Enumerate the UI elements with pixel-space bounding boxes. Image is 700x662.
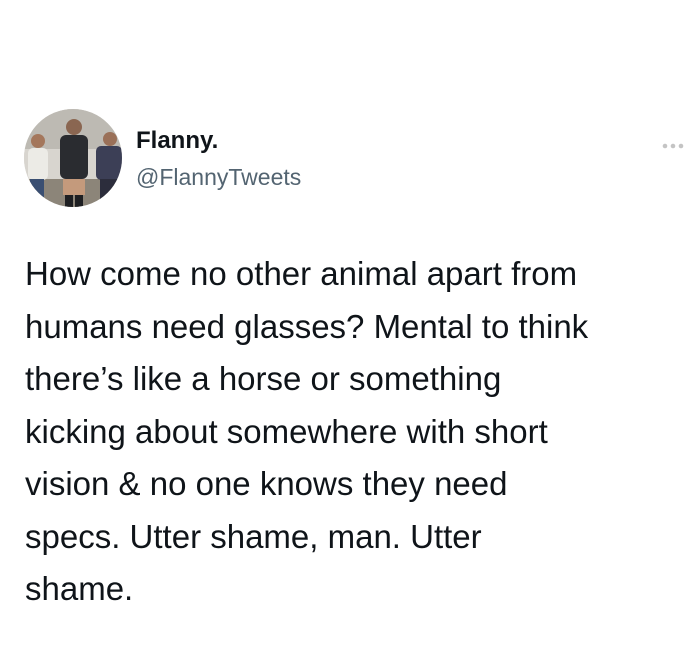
tweet-text: How come no other animal apart from huma… xyxy=(25,255,589,607)
author-display-name[interactable]: Flanny. xyxy=(136,127,218,155)
tweet-card: Flanny. @FlannyTweets How come no other … xyxy=(0,0,700,662)
avatar-photo xyxy=(24,109,122,207)
author-handle[interactable]: @FlannyTweets xyxy=(136,163,301,191)
more-horizontal-icon[interactable] xyxy=(661,139,685,151)
author-avatar[interactable] xyxy=(24,109,122,207)
